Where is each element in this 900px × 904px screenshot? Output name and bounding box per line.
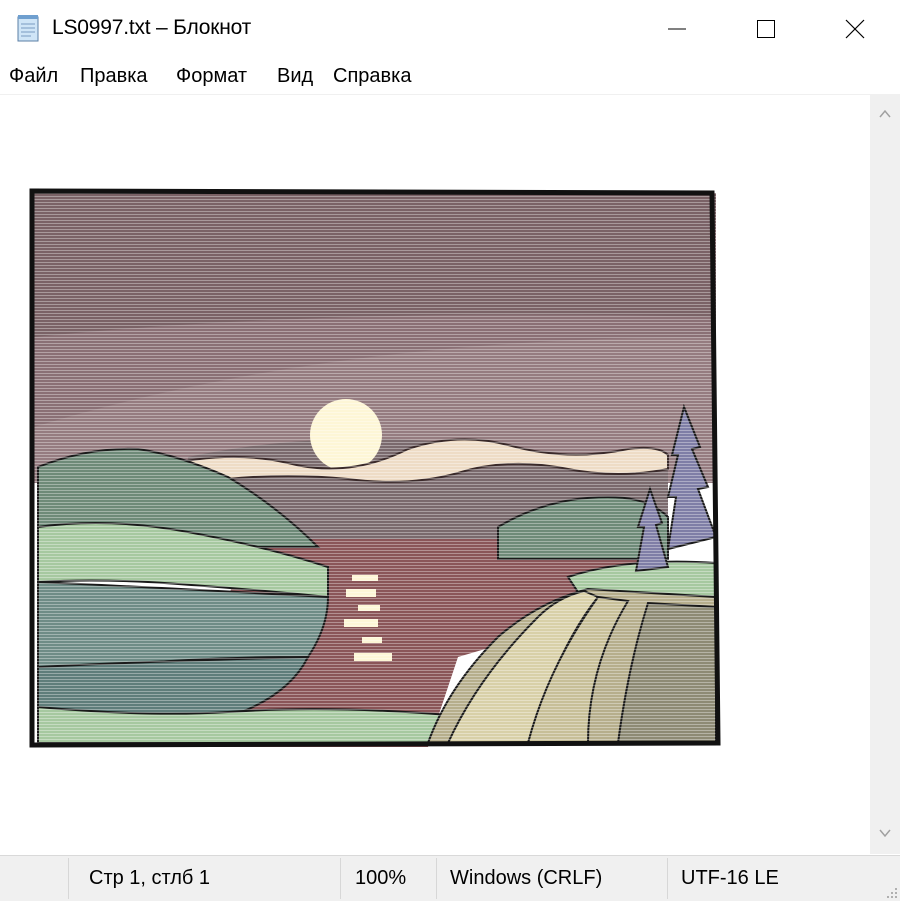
scroll-up-icon[interactable] xyxy=(878,107,892,126)
status-divider xyxy=(68,858,69,899)
ascii-art-landscape-image xyxy=(29,188,721,748)
close-button[interactable] xyxy=(810,0,900,58)
title-bar: LS0997.txt – Блокнот xyxy=(0,0,900,58)
maximize-button[interactable] xyxy=(721,0,811,58)
menu-file[interactable]: Файл xyxy=(9,65,58,88)
menu-bar: Файл Правка Формат Вид Справка xyxy=(0,60,900,94)
status-divider xyxy=(436,858,437,899)
status-divider xyxy=(340,858,341,899)
zoom-level: 100% xyxy=(355,867,407,889)
menu-format[interactable]: Формат xyxy=(176,65,247,88)
status-bar: Стр 1, стлб 1 100% Windows (CRLF) UTF-16… xyxy=(0,855,900,901)
minimize-button[interactable] xyxy=(632,0,722,58)
cursor-position: Стр 1, стлб 1 xyxy=(89,867,211,889)
window-title: LS0997.txt – Блокнот xyxy=(52,16,252,39)
close-icon xyxy=(845,19,865,39)
notepad-icon xyxy=(15,14,41,42)
status-divider xyxy=(667,858,668,899)
maximize-icon xyxy=(757,20,775,38)
menu-view[interactable]: Вид xyxy=(277,65,313,88)
scroll-down-icon[interactable] xyxy=(878,826,892,845)
line-endings: Windows (CRLF) xyxy=(450,867,603,889)
resize-grip-icon[interactable] xyxy=(884,885,898,899)
encoding: UTF-16 LE xyxy=(681,867,779,889)
minimize-icon xyxy=(668,28,686,30)
vertical-scrollbar[interactable] xyxy=(870,95,900,854)
menu-edit[interactable]: Правка xyxy=(80,65,148,88)
menu-help[interactable]: Справка xyxy=(333,65,411,88)
